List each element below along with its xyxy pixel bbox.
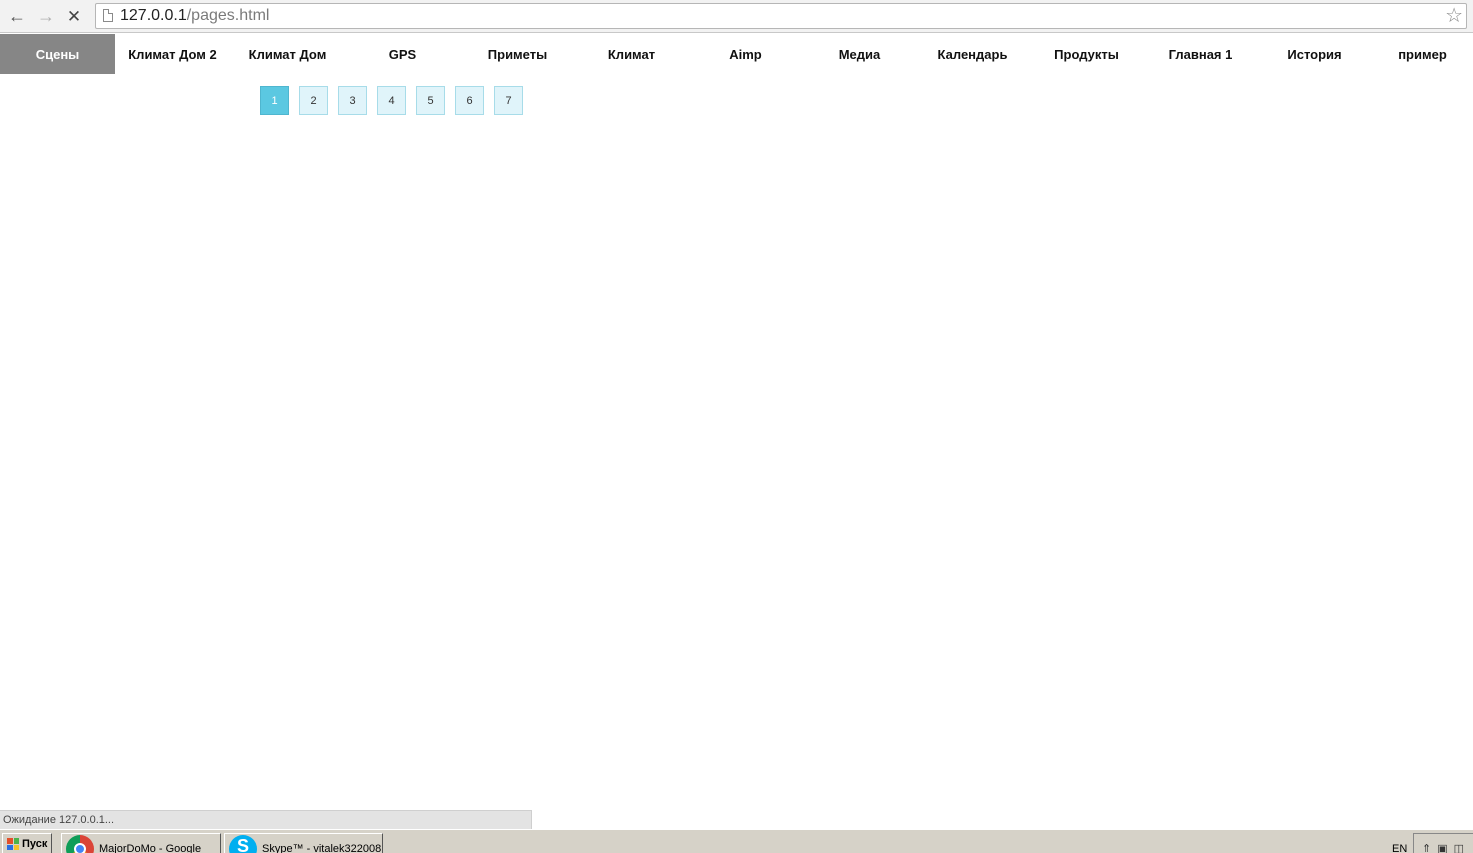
page-button-5[interactable]: 5 [416, 86, 445, 115]
nav-item-climate-home[interactable]: Климат Дом [230, 34, 345, 74]
chrome-icon [66, 835, 94, 853]
address-bar[interactable]: 127.0.0.1/pages.html ☆ [95, 3, 1467, 29]
url-path: /pages.html [186, 7, 270, 24]
page-button-7[interactable]: 7 [494, 86, 523, 115]
page-button-6[interactable]: 6 [455, 86, 484, 115]
page-button-3[interactable]: 3 [338, 86, 367, 115]
nav-item-media[interactable]: Медиа [802, 34, 917, 74]
nav-item-main-1[interactable]: Главная 1 [1143, 34, 1258, 74]
skype-icon: S [229, 835, 257, 853]
nav-item-history[interactable]: История [1257, 34, 1372, 74]
nav-item-climate[interactable]: Климат [574, 34, 689, 74]
browser-toolbar: ← → ✕ 127.0.0.1/pages.html ☆ [0, 0, 1473, 33]
network-icon[interactable]: ▣ [1437, 842, 1447, 853]
page-button-2[interactable]: 2 [299, 86, 328, 115]
stop-loading-icon[interactable]: ✕ [63, 5, 85, 27]
url-host: 127.0.0.1 [120, 7, 187, 24]
url-text[interactable]: 127.0.0.1/pages.html [120, 7, 269, 25]
nav-item-omens[interactable]: Приметы [460, 34, 575, 74]
windows-logo-icon [7, 838, 19, 850]
windows-taskbar: Пуск MajorDoMo - Google S Skype™ - vital… [0, 829, 1473, 853]
taskbar-item-label: Skype™ - vitalek322008 [262, 843, 382, 853]
tray-arrow-icon[interactable]: ⇑ [1422, 842, 1431, 853]
nav-item-climate-home-2[interactable]: Климат Дом 2 [115, 34, 230, 74]
nav-item-aimp[interactable]: Aimp [688, 34, 803, 74]
volume-icon[interactable]: ◫ [1454, 842, 1464, 853]
forward-arrow-icon[interactable]: → [35, 5, 57, 27]
start-button[interactable]: Пуск [2, 833, 52, 853]
back-arrow-icon[interactable]: ← [6, 5, 28, 27]
taskbar-item-skype[interactable]: S Skype™ - vitalek322008 [224, 833, 383, 853]
loading-status: Ожидание 127.0.0.1... [0, 810, 532, 829]
page-button-4[interactable]: 4 [377, 86, 406, 115]
page-icon [103, 9, 113, 22]
system-tray: ⇑ ▣ ◫ [1413, 833, 1473, 853]
taskbar-item-label: MajorDoMo - Google [99, 843, 202, 853]
site-navbar: Сцены Климат Дом 2 Климат Дом GPS Примет… [0, 34, 1473, 74]
taskbar-item-chrome[interactable]: MajorDoMo - Google [61, 833, 221, 853]
page-button-1[interactable]: 1 [260, 86, 289, 115]
nav-item-gps[interactable]: GPS [345, 34, 460, 74]
nav-item-calendar[interactable]: Календарь [915, 34, 1030, 74]
start-label: Пуск [22, 838, 48, 850]
language-indicator[interactable]: EN [1392, 843, 1407, 853]
nav-item-example[interactable]: пример [1372, 34, 1473, 74]
nav-item-products[interactable]: Продукты [1029, 34, 1144, 74]
bookmark-star-icon[interactable]: ☆ [1445, 4, 1463, 28]
nav-item-scenes[interactable]: Сцены [0, 34, 115, 74]
